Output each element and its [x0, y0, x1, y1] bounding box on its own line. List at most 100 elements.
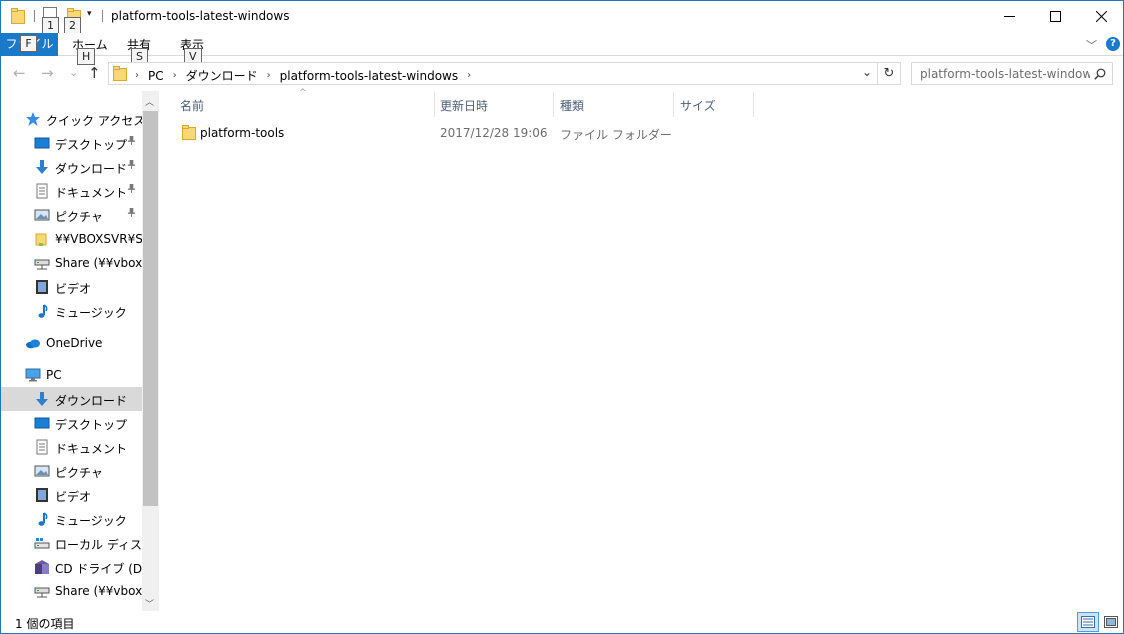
keytip-file: F: [20, 35, 37, 52]
document-icon: [34, 183, 50, 199]
pin-icon[interactable]: [127, 184, 136, 196]
nav-item[interactable]: ミュージック: [1, 299, 142, 323]
maximize-button[interactable]: [1032, 1, 1078, 32]
title-bar: 1 2 ▾ platform-tools-latest-windows: [1, 1, 1123, 34]
pin-icon[interactable]: [127, 136, 136, 148]
address-dropdown-button[interactable]: ⌄: [862, 65, 872, 79]
nav-item[interactable]: デスクトップ: [1, 411, 142, 435]
large-icons-view-button[interactable]: [1100, 612, 1122, 632]
maximize-icon: [1049, 11, 1061, 22]
download-icon: [34, 159, 50, 175]
keytip-1: 1: [42, 17, 59, 34]
search-input[interactable]: platform-tools-latest-window...: [911, 62, 1113, 85]
cloud-icon: [25, 335, 41, 351]
nav-item[interactable]: ドキュメント: [1, 435, 142, 459]
nav-item-label: ビデオ: [55, 282, 92, 296]
nav-item-label: ドキュメント: [55, 186, 128, 200]
nav-item-label: ミュージック: [55, 514, 127, 528]
folder-icon: [113, 66, 127, 81]
nav-item-label: PC: [46, 368, 62, 382]
nav-item-label: ピクチャ: [55, 466, 103, 480]
minimize-button[interactable]: [986, 1, 1032, 32]
details-view-button[interactable]: [1077, 612, 1099, 632]
column-header-size[interactable]: サイズ: [680, 97, 716, 114]
nav-item[interactable]: OneDrive: [1, 331, 142, 355]
scroll-down-button[interactable]: ﹀: [145, 597, 154, 610]
breadcrumb-downloads[interactable]: ダウンロード: [186, 67, 258, 84]
details-view-icon: [1081, 616, 1095, 628]
nav-item[interactable]: ダウンロード: [1, 387, 142, 411]
navigation-pane: クイック アクセス デスクトップ ダウンロード ドキュメント ピクチャ ¥¥VBOXSVR…: [1, 91, 159, 611]
file-type: ファイル フォルダー: [560, 128, 672, 142]
nav-item[interactable]: ピクチャ: [1, 203, 142, 227]
desktop-icon: [34, 135, 50, 151]
search-placeholder: platform-tools-latest-window...: [920, 67, 1090, 81]
nav-item-label: ドキュメント: [55, 442, 128, 456]
pin-icon[interactable]: [127, 208, 136, 220]
nav-item-label: デスクトップ: [55, 418, 128, 432]
breadcrumb: › PC › ダウンロード › platform-tools-latest-wi…: [135, 67, 480, 84]
column-divider[interactable]: [553, 92, 554, 117]
file-list-header: ^ 名前 更新日時 種類 サイズ: [171, 88, 771, 118]
column-header-type[interactable]: 種類: [560, 97, 584, 114]
nav-item-label: クイック アクセス: [46, 114, 142, 128]
help-icon[interactable]: ?: [1106, 37, 1120, 51]
nav-item[interactable]: CD ドライブ (D:) Vi: [1, 555, 142, 579]
nav-item[interactable]: Share (¥¥vboxsr: [1, 251, 142, 275]
refresh-button[interactable]: ↻: [878, 62, 901, 85]
breadcrumb-separator[interactable]: ›: [267, 70, 271, 81]
nav-item[interactable]: ¥¥VBOXSVR¥Sha: [1, 227, 142, 251]
column-divider[interactable]: [434, 92, 435, 117]
nav-item[interactable]: Share (¥¥vboxsr: [1, 579, 142, 603]
close-button[interactable]: [1078, 1, 1123, 32]
nav-item[interactable]: デスクトップ: [1, 131, 142, 155]
nav-item[interactable]: ピクチャ: [1, 459, 142, 483]
nav-item-label: CD ドライブ (D:) Vi: [55, 562, 142, 576]
column-divider[interactable]: [673, 92, 674, 117]
breadcrumb-separator[interactable]: ›: [467, 70, 471, 81]
forward-button[interactable]: →: [41, 64, 54, 82]
cd-drive-icon: [34, 559, 50, 575]
folder-icon[interactable]: [11, 8, 25, 24]
nav-item[interactable]: ビデオ: [1, 275, 142, 299]
scrollbar-thumb[interactable]: [143, 111, 158, 506]
nav-item-label: ビデオ: [55, 490, 92, 504]
nav-item-label: Share (¥¥vboxsr: [55, 256, 142, 270]
nav-item[interactable]: クイック アクセス: [1, 107, 142, 131]
video-icon: [34, 279, 50, 295]
scroll-up-button[interactable]: ︿: [145, 95, 154, 108]
video-icon: [34, 487, 50, 503]
nav-item[interactable]: ミュージック: [1, 507, 142, 531]
nav-item[interactable]: ローカル ディスク (C: [1, 531, 142, 555]
nav-item-label: ローカル ディスク (C: [55, 538, 142, 552]
nav-item[interactable]: PC: [1, 363, 142, 387]
nav-item[interactable]: ビデオ: [1, 483, 142, 507]
recent-locations-button[interactable]: ⌄: [69, 66, 78, 79]
column-header-name[interactable]: 名前: [180, 97, 204, 114]
nav-item-label: ピクチャ: [55, 210, 103, 224]
up-button[interactable]: ↑: [88, 64, 101, 82]
breadcrumb-pc[interactable]: PC: [148, 69, 164, 83]
nav-item[interactable]: ドキュメント: [1, 179, 142, 203]
nav-item-label: OneDrive: [46, 336, 103, 350]
customize-toolbar-dropdown[interactable]: ▾: [87, 9, 92, 19]
back-button[interactable]: ←: [13, 64, 26, 82]
breadcrumb-separator[interactable]: ›: [173, 70, 177, 81]
toolbar-separator: [34, 10, 35, 22]
document-icon: [34, 439, 50, 455]
expand-ribbon-button[interactable]: ﹀: [1086, 37, 1097, 53]
address-bar[interactable]: › PC › ダウンロード › platform-tools-latest-wi…: [108, 62, 878, 85]
star-icon: [25, 111, 41, 127]
breadcrumb-current-folder[interactable]: platform-tools-latest-windows: [280, 69, 458, 83]
column-header-modified[interactable]: 更新日時: [440, 97, 488, 114]
window-title: platform-tools-latest-windows: [111, 9, 290, 23]
file-row[interactable]: platform-tools 2017/12/28 19:06 ファイル フォル…: [171, 122, 771, 144]
close-icon: [1095, 11, 1107, 22]
nav-item-label: ダウンロード: [55, 394, 128, 408]
breadcrumb-separator[interactable]: ›: [135, 70, 139, 81]
file-name: platform-tools: [200, 126, 285, 140]
nav-item[interactable]: ダウンロード: [1, 155, 142, 179]
pin-icon[interactable]: [127, 160, 136, 172]
column-divider[interactable]: [753, 92, 754, 117]
nav-scrollbar[interactable]: ︿ ﹀: [142, 91, 159, 611]
